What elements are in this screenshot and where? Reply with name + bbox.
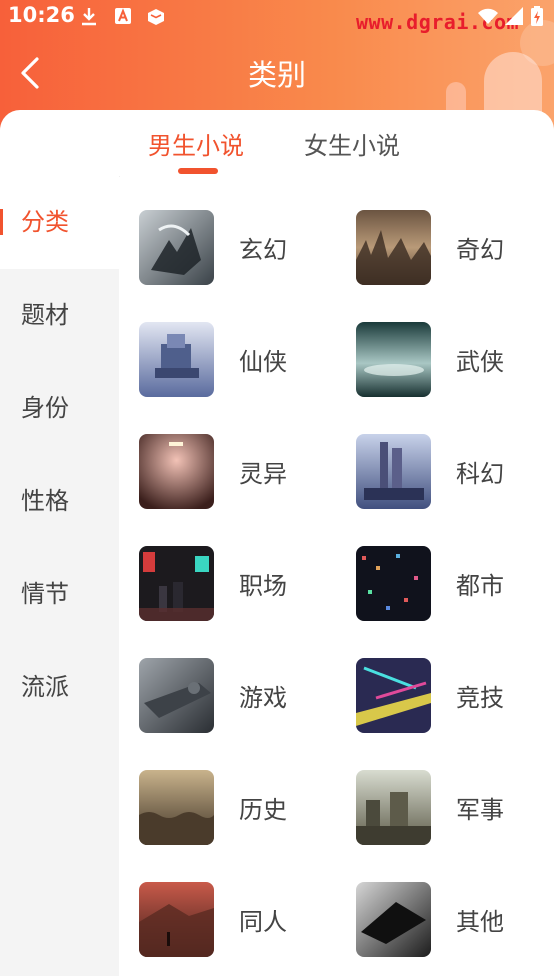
category-label: 同人 [239,908,287,936]
sidebar-active-marker [0,209,3,235]
category-label: 科幻 [456,460,504,488]
category-label: 游戏 [239,684,287,712]
sidebar-item-personality[interactable]: 性格 [0,455,119,548]
category-label: 仙侠 [239,348,287,376]
category-label: 都市 [456,572,504,600]
app-box-icon [145,5,167,27]
category-sidebar: 分类 题材 身份 性格 情节 流派 [0,176,119,976]
category-item[interactable]: 仙侠 [139,322,339,402]
category-grid: 玄幻 奇幻 仙侠 武侠 灵异 科幻 职场 都市 游戏 竞技 历史 军事 同人 其… [120,176,554,976]
sidebar-item-label: 题材 [21,301,69,329]
category-thumbnail [356,546,431,621]
category-item[interactable]: 竞技 [356,658,554,738]
category-item[interactable]: 奇幻 [356,210,554,290]
status-time: 10:26 [8,3,75,27]
category-item[interactable]: 其他 [356,882,554,962]
category-thumbnail [356,770,431,845]
page-title: 类别 [247,58,306,92]
category-thumbnail [139,434,214,509]
sidebar-item-label: 情节 [21,580,69,608]
sidebar-item-label: 性格 [21,487,69,515]
category-item[interactable]: 军事 [356,770,554,850]
content-card: 男生小说 女生小说 分类 题材 身份 性格 情节 流派 玄幻 奇幻 仙侠 武侠 … [0,110,554,976]
category-thumbnail [139,322,214,397]
gender-tabs: 男生小说 女生小说 [0,110,554,177]
tab-active-indicator [178,168,218,174]
sidebar-item-category[interactable]: 分类 [0,176,119,269]
sidebar-item-label: 流派 [21,673,69,701]
category-thumbnail [356,658,431,733]
category-item[interactable]: 都市 [356,546,554,626]
sidebar-item-theme[interactable]: 题材 [0,269,119,362]
app-a-icon [112,5,134,27]
category-label: 玄幻 [239,236,287,264]
category-label: 军事 [456,796,504,824]
category-item[interactable]: 武侠 [356,322,554,402]
category-label: 历史 [239,796,287,824]
battery-icon [530,5,544,27]
category-item[interactable]: 玄幻 [139,210,339,290]
sidebar-item-label: 分类 [21,208,69,236]
tab-female-novels[interactable]: 女生小说 [304,126,400,161]
category-thumbnail [356,322,431,397]
category-item[interactable]: 灵异 [139,434,339,514]
category-label: 灵异 [239,460,287,488]
category-label: 奇幻 [456,236,504,264]
sidebar-item-genre[interactable]: 流派 [0,641,119,734]
category-thumbnail [139,210,214,285]
sidebar-item-label: 身份 [21,394,69,422]
category-item[interactable]: 科幻 [356,434,554,514]
category-thumbnail [356,434,431,509]
category-thumbnail [356,210,431,285]
category-item[interactable]: 游戏 [139,658,339,738]
category-thumbnail [139,770,214,845]
category-label: 竞技 [456,684,504,712]
category-label: 其他 [456,908,504,936]
sidebar-item-plot[interactable]: 情节 [0,548,119,641]
category-thumbnail [139,546,214,621]
category-label: 职场 [239,572,287,600]
category-thumbnail [356,882,431,957]
category-thumbnail [139,658,214,733]
signal-icon [503,5,525,27]
category-label: 武侠 [456,348,504,376]
category-item[interactable]: 同人 [139,882,339,962]
sidebar-item-identity[interactable]: 身份 [0,362,119,455]
category-thumbnail [139,882,214,957]
category-item[interactable]: 历史 [139,770,339,850]
download-icon [78,5,100,27]
category-item[interactable]: 职场 [139,546,339,626]
wifi-icon [477,5,499,27]
tab-male-novels[interactable]: 男生小说 [148,126,244,161]
status-bar: 10:26 www.dgrai.com [0,0,554,34]
